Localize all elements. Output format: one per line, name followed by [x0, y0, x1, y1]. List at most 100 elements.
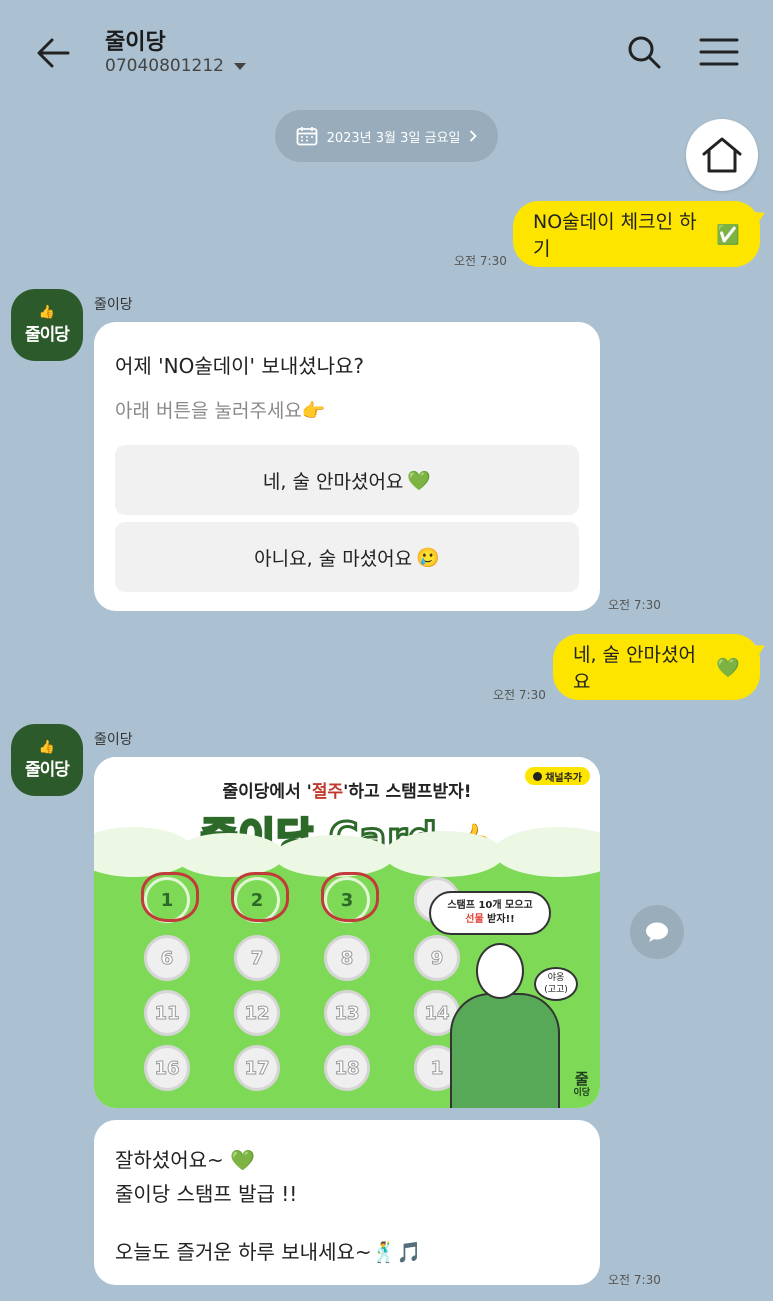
stamp-number: 18	[334, 1057, 360, 1079]
speech-highlight: 선물	[465, 914, 484, 925]
slogan-prefix: 줄이당에서 '	[222, 782, 312, 802]
avatar-label: 줄이당	[25, 324, 70, 345]
add-channel-badge: 채널추가	[525, 767, 590, 785]
question-text: 어제 'NO술데이' 보내셨나요?	[115, 354, 365, 378]
date-label: 2023년 3월 3일 금요일	[326, 130, 461, 146]
stamp-slot: 18	[324, 1045, 370, 1091]
stamp-card-slogan: 줄이당에서 '절주'하고 스탬프받자!	[94, 777, 600, 802]
chat-title: 줄이당	[105, 30, 166, 55]
stamp-slot-filled: 3	[321, 872, 379, 923]
bot-avatar[interactable]: 👍 줄이당	[11, 724, 83, 796]
cloud-decoration	[174, 833, 284, 877]
slogan-highlight: 절주	[311, 782, 344, 802]
stamp-slot: 7	[234, 935, 280, 981]
answer-no-button[interactable]: 아니요, 술 마셨어요 🥲	[115, 522, 579, 592]
date-divider[interactable]: 2023년 3월 3일 금요일	[275, 110, 498, 162]
pointing-hand-icon: 👉	[301, 400, 326, 422]
thumbs-up-icon: 👍	[38, 304, 56, 320]
slogan-suffix: '하고 스탬프받자!	[343, 782, 472, 802]
add-channel-label: 채널추가	[545, 772, 582, 784]
stamp-slot: 9	[414, 935, 460, 981]
answer-yes-button[interactable]: 네, 술 안마셨어요 💚	[115, 445, 579, 515]
speech-line1: 스탬프 10개 모으고	[447, 900, 533, 911]
cloud-decoration	[274, 835, 394, 877]
share-button[interactable]	[630, 905, 684, 959]
back-button[interactable]	[30, 30, 76, 76]
stamp-number: 11	[154, 1002, 180, 1024]
stamp-number: 13	[334, 1002, 360, 1024]
avatar-label: 줄이당	[25, 759, 70, 780]
final-line1-text: 잘하셨어요~	[115, 1148, 224, 1172]
stamp-slot: 17	[234, 1045, 280, 1091]
chat-bubble-icon	[533, 771, 543, 781]
stamp-card-image[interactable]: 줄이당에서 '절주'하고 스탬프받자! 줄이당 Card 👍 채널추가 1236…	[94, 757, 600, 1108]
stamp-card-logo: 줄 이당	[573, 1072, 590, 1100]
green-heart-icon: 💚	[230, 1148, 256, 1172]
check-emoji-icon: ✅	[716, 223, 740, 246]
my-message-answer[interactable]: 네, 술 안마셨어요 💚	[553, 634, 760, 700]
answer-yes-label: 네, 술 안마셨어요	[262, 470, 404, 493]
question-card: 어제 'NO술데이' 보내셨나요? 아래 버튼을 눌러주세요👉 네, 술 안마셨…	[94, 322, 600, 611]
home-icon	[702, 137, 742, 173]
final-line3-text: 오늘도 즐거운 하루 보내세요~	[115, 1240, 372, 1264]
speech-bubble: 스탬프 10개 모으고 선물 받자!!	[429, 891, 551, 935]
stamp-slot: 13	[324, 990, 370, 1036]
smiling-tear-face-icon: 🥲	[416, 546, 440, 569]
answer-no-label: 아니요, 술 마셨어요	[254, 547, 413, 570]
logo-line1: 줄	[574, 1070, 589, 1088]
character-illustration	[450, 993, 560, 1108]
cat-speech-line2: (고고)	[544, 985, 568, 995]
stamp-number: 7	[250, 947, 264, 969]
stamp-number: 16	[154, 1057, 180, 1079]
message-text: NO술데이 체크인 하기	[533, 211, 697, 260]
my-message-checkin[interactable]: NO술데이 체크인 하기 ✅	[513, 201, 760, 267]
speech-line2: 받자!!	[487, 914, 515, 925]
caret-down-icon	[233, 62, 246, 70]
calendar-icon	[296, 127, 317, 146]
stamp-number: 2	[250, 889, 264, 911]
final-line2: 줄이당 스탬프 발급 !!	[115, 1182, 298, 1206]
stamp-number: 17	[244, 1057, 270, 1079]
cat-speech-line1: 야옹	[547, 973, 565, 983]
search-icon	[628, 36, 661, 69]
stamp-number: 1	[430, 1057, 444, 1079]
stamp-slot: 6	[144, 935, 190, 981]
stamp-slot-filled: 2	[231, 872, 289, 923]
chat-header: 줄이당 07040801212	[0, 0, 773, 100]
stamp-slot-filled: 1	[141, 872, 199, 923]
back-arrow-icon	[37, 38, 70, 68]
final-line1: 잘하셨어요~ 💚	[115, 1144, 255, 1173]
stamp-number: 6	[160, 947, 174, 969]
message-time: 오전 7:30	[608, 1273, 661, 1287]
menu-button[interactable]	[696, 30, 742, 74]
final-line3: 오늘도 즐거운 하루 보내세요~🕺🎵	[115, 1236, 421, 1265]
logo-line2: 이당	[573, 1088, 590, 1098]
character-head	[476, 943, 524, 999]
stamp-slot: 11	[144, 990, 190, 1036]
message-text: 네, 술 안마셨어요	[573, 644, 696, 693]
stamp-number: 8	[340, 947, 354, 969]
sender-name: 줄이당	[94, 297, 133, 313]
stamp-number: 12	[244, 1002, 270, 1024]
search-button[interactable]	[622, 30, 666, 74]
cat-speech-bubble: 야옹 (고고)	[534, 967, 578, 1001]
stamp-number: 1	[160, 889, 174, 911]
chat-phone-dropdown[interactable]: 07040801212	[105, 56, 246, 76]
green-heart-icon: 💚	[716, 656, 740, 679]
hamburger-menu-icon	[699, 38, 739, 66]
stamp-number: 9	[430, 947, 444, 969]
stamp-slot: 16	[144, 1045, 190, 1091]
sender-name: 줄이당	[94, 732, 133, 748]
home-button[interactable]	[686, 119, 758, 191]
stamp-issued-message: 잘하셨어요~ 💚 줄이당 스탬프 발급 !! 오늘도 즐거운 하루 보내세요~🕺…	[94, 1120, 600, 1285]
thumbs-up-icon: 👍	[38, 739, 56, 755]
stamp-number: 3	[340, 889, 354, 911]
phone-number: 07040801212	[105, 56, 224, 76]
stamp-slot: 8	[324, 935, 370, 981]
bot-avatar[interactable]: 👍 줄이당	[11, 289, 83, 361]
message-time: 오전 7:30	[608, 598, 661, 612]
dancer-music-icon: 🕺🎵	[371, 1240, 422, 1264]
stamp-slot: 12	[234, 990, 280, 1036]
chevron-right-icon	[470, 130, 478, 142]
instruction-text: 아래 버튼을 눌러주세요👉	[115, 396, 326, 423]
